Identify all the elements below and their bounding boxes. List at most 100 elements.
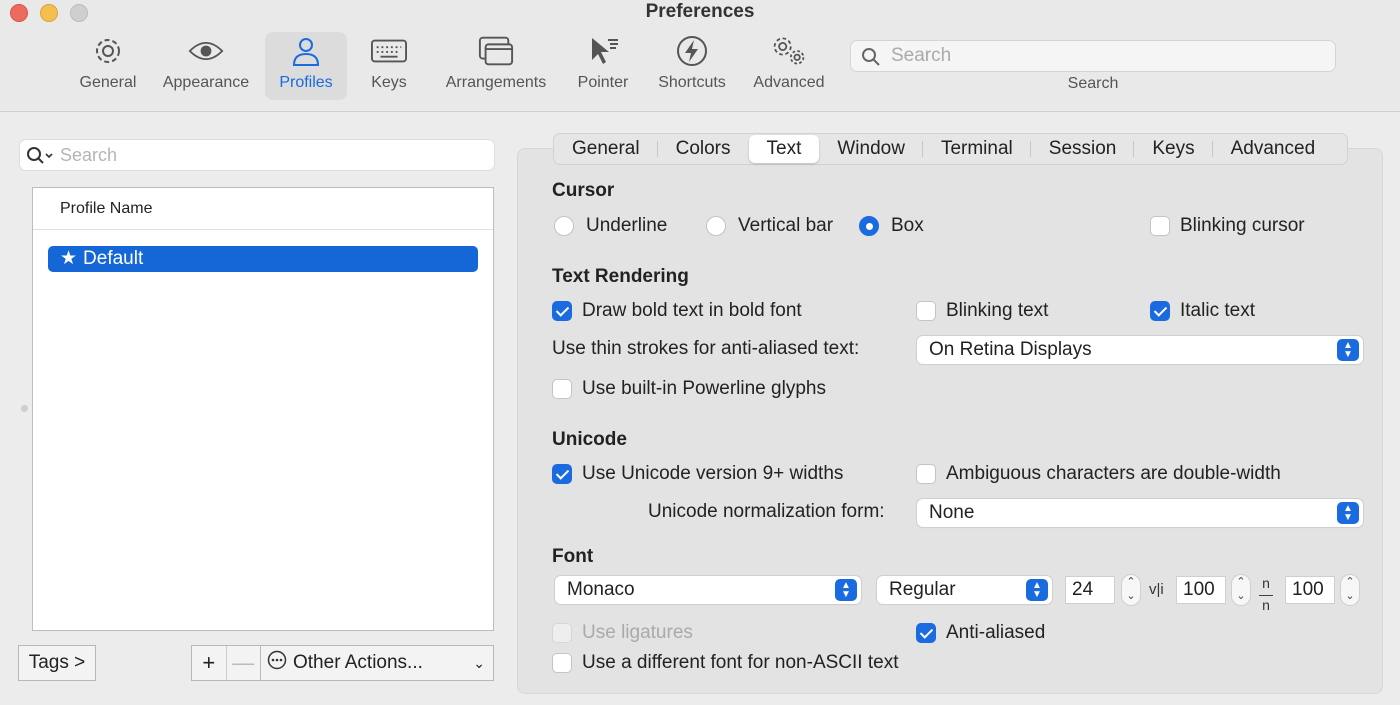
toolbar-label: Pointer [577,74,629,91]
profile-search-field[interactable] [20,140,494,170]
ambiguous-width-option[interactable]: Ambiguous characters are double-width [916,463,1281,485]
tab-advanced[interactable]: Advanced [1213,135,1334,163]
horizontal-spacing-stepper[interactable]: ⌃ ⌄ [1231,574,1251,606]
tab-session[interactable]: Session [1031,135,1135,163]
bold-font-checkbox[interactable] [552,301,572,321]
blinking-text-checkbox[interactable] [916,301,936,321]
unicode-widths-option[interactable]: Use Unicode version 9+ widths [552,463,843,485]
cursor-box-option[interactable]: Box [859,215,924,237]
text-rendering-heading: Text Rendering [552,266,689,287]
toolbar-label: Shortcuts [658,74,726,91]
gear-icon [90,34,126,68]
cursor-vertical-bar-option[interactable]: Vertical bar [706,215,833,237]
unicode-heading: Unicode [552,429,627,450]
ligatures-checkbox [552,623,572,643]
horizontal-spacing-field[interactable]: 100 [1176,576,1226,604]
option-label: Box [891,215,924,236]
italic-text-option[interactable]: Italic text [1150,300,1255,322]
bold-font-option[interactable]: Draw bold text in bold font [552,300,802,322]
split-view-handle[interactable] [21,405,28,412]
star-icon: ★ [60,248,78,269]
chevron-down-icon: ⌄ [473,654,485,671]
profile-row[interactable]: ★ Default [48,246,478,272]
normalization-label: Unicode normalization form: [648,501,885,522]
font-style-popup[interactable]: Regular ▲ ▼ [877,576,1052,604]
toolbar-general[interactable]: General [76,32,140,100]
toolbar-pointer[interactable]: Pointer [572,32,634,100]
tags-button[interactable]: Tags > [18,645,96,681]
other-actions-label: Other Actions... [293,652,423,673]
vertical-spacing-stepper[interactable]: ⌃ ⌄ [1340,574,1360,606]
window-title: Preferences [645,1,755,22]
tab-text[interactable]: Text [748,135,820,163]
tab-colors[interactable]: Colors [658,135,749,163]
powerline-checkbox[interactable] [552,379,572,399]
unicode-widths-checkbox[interactable] [552,464,572,484]
search-menu-icon[interactable] [26,146,56,171]
toolbar-label: Appearance [162,74,250,91]
thin-strokes-popup[interactable]: On Retina Displays ▲ ▼ [917,336,1363,364]
font-size-stepper[interactable]: ⌃ ⌄ [1121,574,1141,606]
ligatures-option: Use ligatures [552,622,693,644]
antialiased-option[interactable]: Anti-aliased [916,622,1045,644]
pointer-icon [585,34,621,68]
blinking-cursor-option[interactable]: Blinking cursor [1150,215,1305,237]
blinking-text-option[interactable]: Blinking text [916,300,1048,322]
toolbar-label: Advanced [753,74,825,91]
toolbar-label: Keys [371,74,407,91]
underline-radio[interactable] [554,216,574,236]
profile-search-input[interactable] [60,144,480,166]
updown-arrows-icon: ▲ ▼ [1026,579,1048,601]
option-label: Draw bold text in bold font [582,300,802,321]
popup-value: On Retina Displays [929,339,1092,360]
vertical-bar-radio[interactable] [706,216,726,236]
option-label: Use built-in Powerline glyphs [582,378,826,399]
updown-arrows-icon: ▲ ▼ [1337,339,1359,361]
toolbar-search-input[interactable] [891,45,1321,67]
antialiased-checkbox[interactable] [916,623,936,643]
gears-icon [771,34,807,68]
popup-value: None [929,502,975,523]
vertical-spacing-field[interactable]: 100 [1285,576,1335,604]
toolbar-arrangements[interactable]: Arrangements [438,32,554,100]
windows-icon [478,34,514,68]
keyboard-icon [371,34,407,68]
option-label: Anti-aliased [946,622,1046,643]
italic-text-checkbox[interactable] [1150,301,1170,321]
toolbar-shortcuts[interactable]: Shortcuts [650,32,734,100]
profile-name: Default [83,248,144,269]
box-radio[interactable] [859,216,879,236]
toolbar-profiles[interactable]: Profiles [265,32,347,100]
toolbar-search-field[interactable] [850,40,1336,72]
ambiguous-width-checkbox[interactable] [916,464,936,484]
option-label: Blinking cursor [1180,215,1305,236]
title-bar: Preferences General Appearance Profiles … [0,0,1400,112]
tab-general[interactable]: General [554,135,658,163]
nonascii-font-option[interactable]: Use a different font for non-ASCII text [552,652,898,674]
tab-terminal[interactable]: Terminal [923,135,1031,163]
nonascii-font-checkbox[interactable] [552,653,572,673]
tab-window[interactable]: Window [819,135,923,163]
blinking-cursor-checkbox[interactable] [1150,216,1170,236]
powerline-option[interactable]: Use built-in Powerline glyphs [552,378,826,400]
toolbar-advanced[interactable]: Advanced [748,32,830,100]
font-heading: Font [552,546,594,567]
other-actions-menu[interactable]: Other Actions... ⌄ [260,645,494,681]
add-profile-button[interactable]: + [192,650,226,676]
tab-keys[interactable]: Keys [1134,135,1213,163]
popup-value: Regular [889,579,956,600]
option-label: Vertical bar [738,215,834,236]
profile-name-column-header[interactable]: Profile Name [33,188,493,230]
option-label: Use Unicode version 9+ widths [582,463,844,484]
normalization-popup[interactable]: None ▲ ▼ [917,499,1363,527]
font-family-popup[interactable]: Monaco ▲ ▼ [555,576,861,604]
search-icon [861,47,881,72]
toolbar-label: Profiles [279,74,333,91]
toolbar-appearance[interactable]: Appearance [158,32,254,100]
eye-icon [188,34,224,68]
cursor-heading: Cursor [552,180,615,201]
font-size-field[interactable]: 24 [1065,576,1115,604]
cursor-underline-option[interactable]: Underline [554,215,667,237]
toolbar-keys[interactable]: Keys [363,32,415,100]
remove-profile-button[interactable]: — [225,646,261,680]
